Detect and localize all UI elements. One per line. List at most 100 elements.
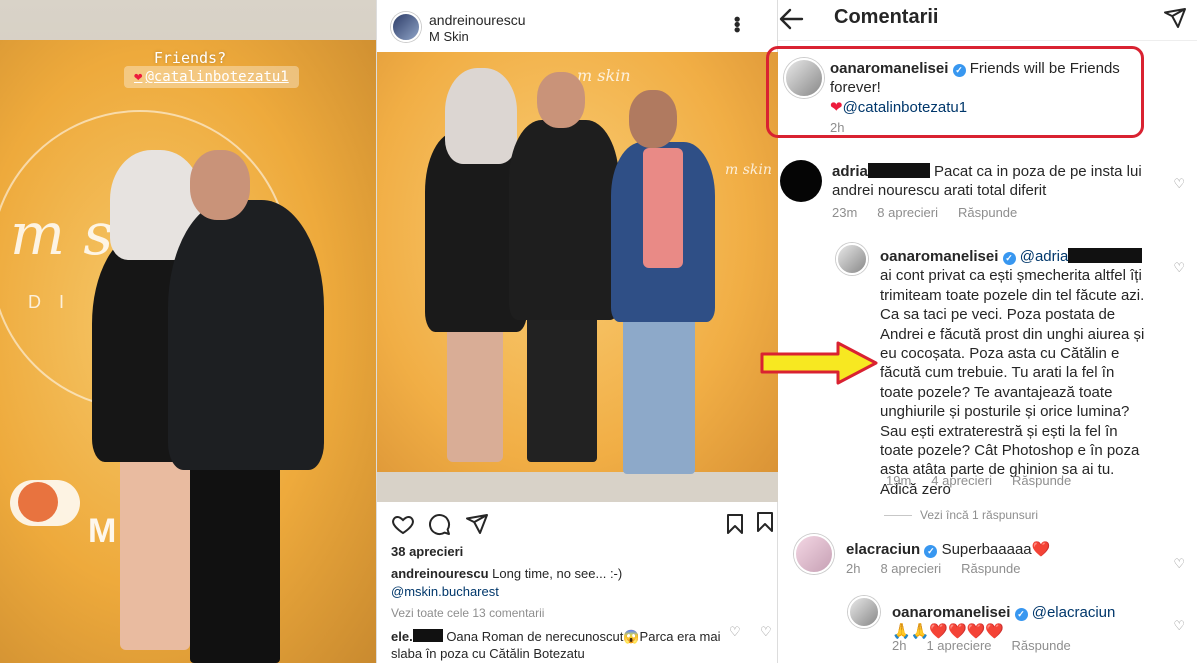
- comment-like-heart-icon[interactable]: ♡: [729, 624, 741, 640]
- comment-meta: 23m 8 aprecieri Răspunde: [832, 205, 1017, 220]
- photo-person-3-head: [629, 90, 677, 148]
- comment-mention[interactable]: @catalinbotezatu1: [843, 99, 967, 116]
- more-options-icon[interactable]: •••: [726, 16, 747, 32]
- photo-person-2: [509, 120, 619, 320]
- reply-likes[interactable]: 1 apreciere: [926, 638, 991, 653]
- comment-text: Superbaaaaa❤️: [941, 541, 1051, 558]
- reply-mention[interactable]: @adria: [1020, 248, 1069, 265]
- header-divider: [778, 40, 1197, 41]
- comment-adria: adria Pacat ca in poza de pe insta lui a…: [832, 162, 1152, 201]
- comment-caption: oanaromanelisei ✓ Friends will be Friend…: [830, 59, 1146, 117]
- comment-meta: 2h: [830, 120, 844, 135]
- post-comment: ele. Oana Roman de nerecunoscut😱Parca er…: [391, 628, 721, 662]
- username-redaction: [412, 629, 443, 642]
- post-comment-username[interactable]: ele.: [391, 629, 413, 644]
- view-more-replies[interactable]: Vezi încă 1 răspunsuri: [884, 508, 1038, 522]
- save-bookmark-icon-2[interactable]: [753, 510, 777, 534]
- post-screenshot: andreinourescu M Skin ••• m skin m skin: [376, 0, 779, 663]
- reply-mention[interactable]: @elacraciun: [1032, 604, 1116, 621]
- photo-person-1-legs: [447, 322, 503, 462]
- heart-icon: ❤: [830, 98, 843, 116]
- share-icon[interactable]: [465, 512, 489, 536]
- post-photo-brand-mark-2: m skin: [725, 162, 772, 178]
- comment-avatar-oanaromanelisei[interactable]: [784, 58, 824, 98]
- reply-oanaromanelisei-2: oanaromanelisei ✓ @elacraciun 🙏🙏❤️❤️❤️❤️: [892, 603, 1152, 642]
- reply-time: 2h: [892, 638, 907, 653]
- comment-time: 2h: [846, 561, 861, 576]
- story-screenshot: m skin DI MPITA Friends? ❤ @catalinbotez…: [0, 0, 376, 663]
- comment-time: 2h: [830, 120, 845, 135]
- story-person-2: [168, 200, 324, 470]
- comment-elacraciun: elacraciun ✓ Superbaaaaa❤️: [846, 540, 1146, 559]
- save-bookmark-icon[interactable]: [723, 512, 747, 536]
- reply-time: 19m: [886, 473, 912, 488]
- hospital-logo-mark: [18, 482, 58, 522]
- post-caption: andreinourescu Long time, no see... :-): [391, 566, 771, 581]
- reply-button[interactable]: Răspunde: [961, 561, 1020, 576]
- comment-like-heart-icon-2[interactable]: ♡: [760, 624, 772, 640]
- post-username[interactable]: andreinourescu: [429, 12, 526, 28]
- post-photo-brand-mark: m skin: [577, 66, 631, 85]
- comment-likes[interactable]: 8 aprecieri: [880, 561, 941, 576]
- comment-username[interactable]: oanaromanelisei: [830, 60, 948, 77]
- comment-avatar-adria[interactable]: [780, 160, 822, 202]
- post-location[interactable]: M Skin: [429, 29, 469, 44]
- post-caption-text: Long time, no see... :-): [492, 566, 623, 581]
- reply-button[interactable]: Răspunde: [958, 205, 1017, 220]
- post-photo-floor: [377, 472, 779, 502]
- post-likes-count[interactable]: 38 aprecieri: [391, 544, 463, 559]
- comment-avatar-elacraciun[interactable]: [794, 534, 834, 574]
- verified-badge-icon: ✓: [1014, 608, 1028, 621]
- reply-oanaromanelisei: oanaromanelisei ✓ @adria ai cont privat …: [880, 247, 1150, 499]
- comment-icon[interactable]: [427, 512, 451, 536]
- page-title: Comentarii: [834, 6, 939, 28]
- verified-badge-icon: ✓: [924, 545, 938, 558]
- back-arrow-icon[interactable]: [778, 6, 804, 32]
- comment-like-heart-icon[interactable]: ♡: [1173, 176, 1185, 192]
- post-actions: [377, 506, 779, 540]
- reply-like-heart-icon[interactable]: ♡: [1173, 260, 1185, 276]
- reply-text: ai cont privat ca ești șmecherita altfel…: [880, 267, 1145, 498]
- view-all-comments-link[interactable]: Vezi toate cele 13 comentarii: [391, 606, 544, 620]
- verified-badge-icon: ✓: [952, 64, 966, 77]
- comment-likes[interactable]: 8 aprecieri: [877, 205, 938, 220]
- reply-like-heart-icon[interactable]: ♡: [1173, 618, 1185, 634]
- comment-username[interactable]: adria: [832, 163, 868, 180]
- post-header: andreinourescu M Skin •••: [377, 0, 779, 52]
- more-replies-line: [884, 514, 912, 516]
- story-brand-sub: DI: [28, 292, 82, 312]
- reply-button[interactable]: Răspunde: [1012, 473, 1071, 488]
- reply-likes[interactable]: 4 aprecieri: [931, 473, 992, 488]
- story-person-1-legs: [120, 450, 190, 650]
- story-person-2-head: [190, 150, 250, 220]
- photo-person-1-hair: [445, 68, 517, 164]
- direct-send-icon[interactable]: [1163, 6, 1187, 30]
- comments-screenshot: Comentarii oanaromanelisei ✓ Friends wil…: [766, 0, 1197, 663]
- photo-person-2-head: [537, 72, 585, 128]
- view-more-replies-label: Vezi încă 1 răspunsuri: [920, 508, 1039, 522]
- photo-person-3-legs: [623, 314, 695, 474]
- photo-person-2-legs: [527, 312, 597, 462]
- username-redaction: [867, 163, 930, 178]
- comment-like-heart-icon[interactable]: ♡: [1173, 556, 1185, 572]
- post-caption-mention[interactable]: @mskin.bucharest: [391, 584, 499, 599]
- post-photo[interactable]: m skin m skin: [377, 52, 779, 502]
- reply-avatar-oanaromanelisei[interactable]: [836, 243, 868, 275]
- username-redaction: [1068, 248, 1143, 263]
- heart-icon: ❤: [134, 69, 143, 85]
- reply-meta: 2h 1 apreciere Răspunde: [892, 638, 1071, 653]
- reply-avatar-oanaromanelisei[interactable]: [848, 596, 880, 628]
- verified-badge-icon: ✓: [1002, 252, 1016, 265]
- story-mention-text: @catalinbotezatu1: [145, 69, 289, 85]
- photo-person-3-shirt: [643, 148, 683, 268]
- reply-username[interactable]: oanaromanelisei: [892, 604, 1010, 621]
- comment-username[interactable]: elacraciun: [846, 541, 920, 558]
- post-caption-username[interactable]: andreinourescu: [391, 566, 489, 581]
- annotation-arrow-icon: [760, 341, 878, 385]
- reply-meta: 19m 4 aprecieri Răspunde: [886, 473, 1071, 488]
- like-heart-icon[interactable]: [391, 512, 415, 536]
- post-avatar[interactable]: [391, 12, 421, 42]
- reply-username[interactable]: oanaromanelisei: [880, 248, 998, 265]
- reply-button[interactable]: Răspunde: [1012, 638, 1071, 653]
- story-mention-tag[interactable]: ❤ @catalinbotezatu1: [124, 66, 299, 88]
